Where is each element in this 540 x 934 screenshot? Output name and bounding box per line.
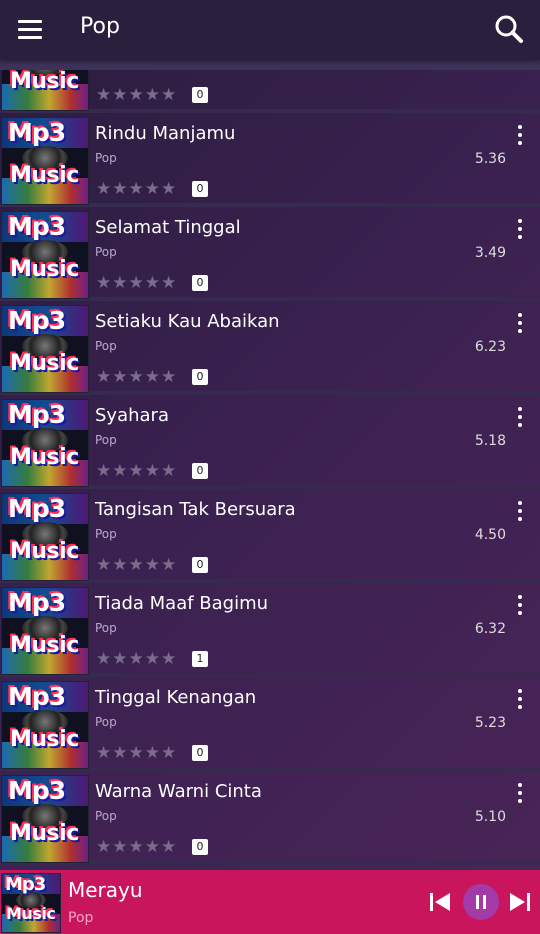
rating-stars[interactable]: ★★★★★ bbox=[96, 85, 177, 105]
album-art: Mp3 Music bbox=[1, 587, 89, 675]
song-genre: Pop bbox=[95, 339, 117, 353]
list-item[interactable]: Mp3 Music Selamat Tinggal Pop 3.49 ★★★★★ … bbox=[0, 207, 540, 301]
rating-stars[interactable]: ★★★★★ bbox=[96, 367, 177, 387]
menu-icon[interactable] bbox=[18, 20, 42, 40]
now-playing-album-art: Mp3 Music bbox=[1, 873, 61, 933]
album-art: Mp3 Music bbox=[1, 493, 89, 581]
rating-stars[interactable]: ★★★★★ bbox=[96, 273, 177, 293]
song-genre: Pop bbox=[95, 715, 117, 729]
list-item[interactable]: Mp3 Music Tiada Maaf Bagimu Pop 6.32 ★★★★… bbox=[0, 583, 540, 677]
album-art: Mp3 Music bbox=[1, 681, 89, 769]
more-vert-icon[interactable] bbox=[516, 313, 524, 335]
app-bar: Pop bbox=[0, 0, 540, 60]
now-playing-genre: Pop bbox=[68, 910, 94, 926]
play-count: 0 bbox=[192, 275, 208, 291]
now-playing-title: Merayu bbox=[68, 878, 143, 902]
album-art: Mp3 Music bbox=[1, 399, 89, 487]
song-duration: 4.50 bbox=[474, 527, 506, 543]
album-art: Mp3 Music bbox=[1, 305, 89, 393]
rating-stars[interactable]: ★★★★★ bbox=[96, 461, 177, 481]
album-art: Mp3 Music bbox=[1, 117, 89, 205]
play-count: 1 bbox=[192, 651, 208, 667]
search-icon[interactable] bbox=[494, 14, 524, 44]
song-title: Tinggal Kenangan bbox=[95, 687, 257, 708]
song-genre: Pop bbox=[95, 527, 117, 541]
more-vert-icon[interactable] bbox=[516, 595, 524, 617]
song-duration: 5.23 bbox=[474, 715, 506, 731]
song-genre: Pop bbox=[95, 433, 117, 447]
song-title: Tangisan Tak Bersuara bbox=[95, 499, 296, 520]
list-item[interactable]: Mp3 Music Rindu Manjamu Pop 5.36 ★★★★★ 0 bbox=[0, 113, 540, 207]
song-duration: 3.49 bbox=[474, 245, 506, 261]
rating-stars[interactable]: ★★★★★ bbox=[96, 743, 177, 763]
rating-stars[interactable]: ★★★★★ bbox=[96, 837, 177, 857]
skip-previous-icon[interactable] bbox=[428, 890, 452, 914]
list-item[interactable]: Mp3 Music Setiaku Kau Abaikan Pop 6.23 ★★… bbox=[0, 301, 540, 395]
more-vert-icon[interactable] bbox=[516, 501, 524, 523]
song-title: Tiada Maaf Bagimu bbox=[95, 593, 269, 614]
more-vert-icon[interactable] bbox=[516, 407, 524, 429]
play-count: 0 bbox=[192, 745, 208, 761]
header-divider bbox=[0, 60, 540, 70]
song-title: Syahara bbox=[95, 405, 169, 426]
more-vert-icon[interactable] bbox=[516, 783, 524, 805]
page-title: Pop bbox=[80, 14, 120, 39]
play-count: 0 bbox=[192, 463, 208, 479]
rating-stars[interactable]: ★★★★★ bbox=[96, 555, 177, 575]
rating-stars[interactable]: ★★★★★ bbox=[96, 179, 177, 199]
song-title: Warna Warni Cinta bbox=[95, 781, 262, 802]
more-vert-icon[interactable] bbox=[516, 125, 524, 147]
pause-icon bbox=[476, 895, 479, 909]
song-genre: Pop bbox=[95, 621, 117, 635]
list-item[interactable]: Mp3 Music Warna Warni Cinta Pop 5.10 ★★★★… bbox=[0, 771, 540, 865]
song-genre: Pop bbox=[95, 245, 117, 259]
list-item[interactable]: Mp3 Music Tinggal Kenangan Pop 5.23 ★★★★★… bbox=[0, 677, 540, 771]
more-vert-icon[interactable] bbox=[516, 689, 524, 711]
song-genre: Pop bbox=[95, 809, 117, 823]
song-title: Selamat Tinggal bbox=[95, 217, 241, 238]
now-playing-bar[interactable]: Mp3 Music Merayu Pop bbox=[0, 870, 540, 934]
album-art: Mp3 Music bbox=[1, 775, 89, 863]
list-item[interactable]: Mp3 Music Syahara Pop 5.18 ★★★★★ 0 bbox=[0, 395, 540, 489]
pause-button[interactable] bbox=[463, 884, 499, 920]
play-count: 0 bbox=[192, 557, 208, 573]
play-count: 0 bbox=[192, 181, 208, 197]
list-item[interactable]: Mp3 Music Tangisan Tak Bersuara Pop 4.50 … bbox=[0, 489, 540, 583]
album-art: Mp3 Music bbox=[1, 211, 89, 299]
song-duration: 6.32 bbox=[474, 621, 506, 637]
song-duration: 5.18 bbox=[474, 433, 506, 449]
song-genre: Pop bbox=[95, 151, 117, 165]
play-count: 0 bbox=[192, 87, 208, 103]
play-count: 0 bbox=[192, 369, 208, 385]
song-duration: 5.36 bbox=[474, 151, 506, 167]
rating-stars[interactable]: ★★★★★ bbox=[96, 649, 177, 669]
song-duration: 6.23 bbox=[474, 339, 506, 355]
play-count: 0 bbox=[192, 839, 208, 855]
song-duration: 5.10 bbox=[474, 809, 506, 825]
more-vert-icon[interactable] bbox=[516, 219, 524, 241]
song-title: Setiaku Kau Abaikan bbox=[95, 311, 280, 332]
song-title: Rindu Manjamu bbox=[95, 123, 236, 144]
skip-next-icon[interactable] bbox=[508, 890, 532, 914]
